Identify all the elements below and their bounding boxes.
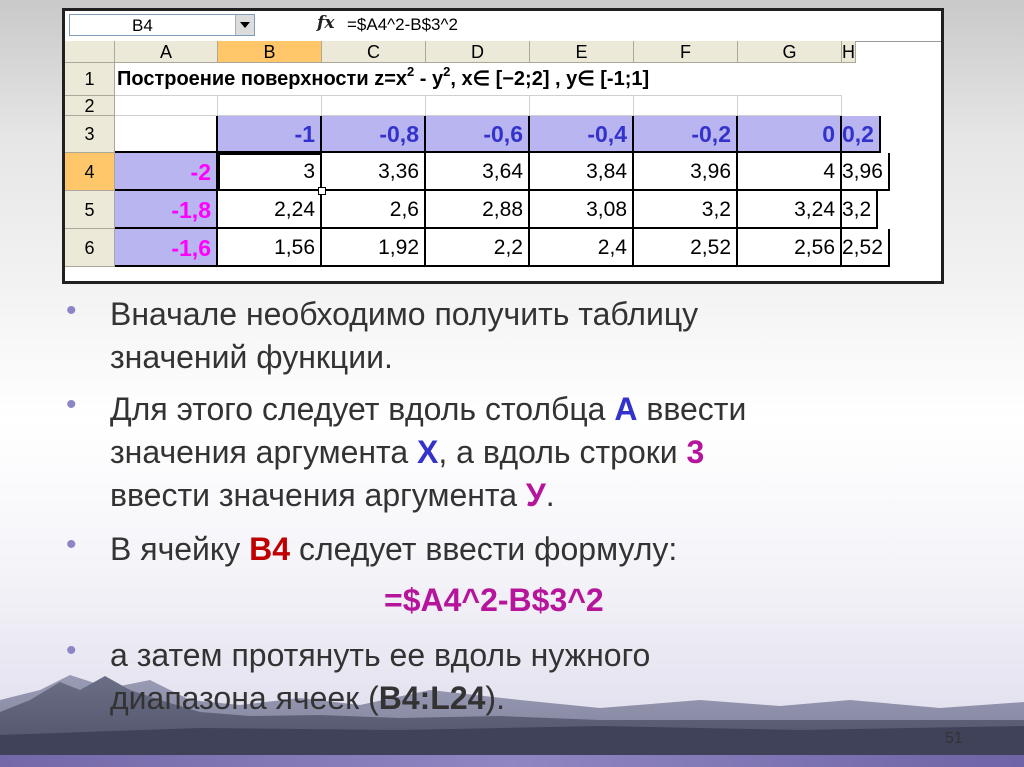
value-cell[interactable]: 3,96 (634, 153, 738, 191)
bullet-4-line-1: а затем протянуть ее вдоль нужного (110, 637, 651, 673)
y-value-cell[interactable]: -1 (218, 116, 322, 153)
cell-empty[interactable] (738, 96, 842, 116)
value-cell[interactable]: 1,92 (322, 229, 426, 267)
spreadsheet-window: B4 fx =$A4^2-B$3^2 A B C D E F G H 1 2 3 4 5 6 Построе… (62, 8, 944, 284)
row-header-3[interactable]: 3 (65, 116, 115, 153)
y-value-cell[interactable]: -0,8 (322, 116, 426, 153)
bullet-4-line-2: диапазона ячеек (В4:L24). (110, 678, 505, 719)
value-cell[interactable]: 2,52 (634, 229, 738, 267)
value-cell[interactable]: 3,64 (426, 153, 530, 191)
bullet-text: . (545, 477, 555, 513)
bullet-text: значения аргумента (110, 434, 418, 470)
chevron-down-icon (240, 22, 250, 28)
row-header-5[interactable]: 5 (65, 191, 115, 229)
value-cell[interactable]: 2,24 (218, 191, 322, 229)
title-text: - y (414, 68, 444, 90)
bullet-1-line-2: значений функции. (110, 339, 393, 375)
formula-input[interactable]: =$A4^2-B$3^2 (347, 15, 458, 35)
value-cell[interactable]: 3,24 (738, 191, 842, 229)
keyword-cell-b4: В4 (249, 531, 291, 567)
value-cell[interactable]: 4 (738, 153, 842, 191)
value-cell[interactable]: 3,84 (530, 153, 634, 191)
bullet-2-line-2: значения аргумента Х, а вдоль строки 3 (110, 432, 704, 473)
active-cell-b4[interactable]: 3 (218, 153, 322, 191)
cell-empty[interactable] (322, 96, 426, 116)
value-cell[interactable]: 2,56 (738, 229, 842, 267)
keyword-row-3: 3 (686, 434, 705, 470)
x-value-cell[interactable]: -1,6 (115, 229, 218, 267)
row-header-4[interactable]: 4 (65, 153, 115, 191)
bullet-1-line-1: Вначале необходимо получить таблицу (110, 296, 699, 332)
cell-empty[interactable] (218, 96, 322, 116)
x-value-cell[interactable]: -2 (115, 153, 218, 191)
keyword-range: В4:L24 (378, 680, 486, 716)
row-header-6[interactable]: 6 (65, 229, 115, 267)
bullet-text: ввести значения аргумента (110, 477, 526, 513)
value-cell[interactable]: 3,2 (634, 191, 738, 229)
value-cell[interactable]: 3,36 (322, 153, 426, 191)
cell-empty[interactable] (426, 96, 530, 116)
bullet-text: следует ввести формулу: (290, 531, 678, 567)
y-value-cell[interactable]: -0,4 (530, 116, 634, 153)
value-cell[interactable]: 2,4 (530, 229, 634, 267)
bullet-text: ). (485, 680, 505, 716)
formula-bar: B4 fx =$A4^2-B$3^2 (65, 11, 941, 42)
value-cell[interactable]: 3,08 (530, 191, 634, 229)
bullet-marker: • (66, 388, 77, 421)
value-cell[interactable]: 2,88 (426, 191, 530, 229)
bullet-text: В ячейку (110, 531, 250, 567)
function-icon[interactable]: fx (317, 13, 334, 33)
value-cell[interactable]: 2,52 (842, 229, 890, 267)
title-text: Построение поверхности z=x (117, 68, 407, 90)
row-header-1[interactable]: 1 (65, 63, 115, 96)
name-box-dropdown-button[interactable] (235, 15, 254, 35)
column-header-e[interactable]: E (530, 41, 634, 63)
bullet-3-line-1: В ячейку В4 следует ввести формулу: (110, 529, 677, 570)
page-number: 51 (945, 730, 963, 747)
bullet-marker: • (66, 528, 77, 561)
keyword-x: Х (417, 434, 439, 470)
x-value-cell[interactable]: -1,8 (115, 191, 218, 229)
column-header-b[interactable]: B (218, 41, 322, 63)
fill-handle[interactable] (318, 187, 326, 195)
title-text: , x∈ [−2;2] , y∈ [-1;1] (450, 68, 650, 90)
name-box[interactable]: B4 (69, 14, 255, 36)
column-header-g[interactable]: G (738, 41, 842, 63)
keyword-y: У (525, 477, 546, 513)
column-header-h[interactable]: H (842, 41, 856, 63)
column-header-a[interactable]: A (115, 41, 218, 63)
y-value-cell[interactable]: -0,2 (634, 116, 738, 153)
bullet-text: диапазона ячеек ( (110, 680, 379, 716)
bullet-text: Для этого следует вдоль столбца (110, 391, 615, 427)
value-cell[interactable]: 3,96 (842, 153, 890, 191)
bullet-text: , а вдоль строки (438, 434, 687, 470)
y-value-cell[interactable]: -0,6 (426, 116, 530, 153)
cell-empty[interactable] (634, 96, 738, 116)
bullet-2-line-1: Для этого следует вдоль столбца А ввести (110, 389, 746, 430)
value-cell[interactable]: 1,56 (218, 229, 322, 267)
bullet-text: ввести (637, 391, 747, 427)
keyword-column-a: А (614, 391, 638, 427)
column-header-d[interactable]: D (426, 41, 530, 63)
formula-highlight: =$A4^2-B$3^2 (384, 582, 604, 618)
cell-empty[interactable] (530, 96, 634, 116)
y-value-cell[interactable]: 0 (738, 116, 842, 153)
title-cell[interactable]: Построение поверхности z=x2 - y2, x∈ [−2… (115, 63, 842, 96)
select-all-corner[interactable] (65, 41, 115, 63)
bullet-marker: • (66, 294, 77, 327)
value-cell[interactable]: 2,2 (426, 229, 530, 267)
column-header-c[interactable]: C (322, 41, 426, 63)
bullet-marker: • (66, 634, 77, 667)
value-cell[interactable]: 2,6 (322, 191, 426, 229)
bullet-2-line-3: ввести значения аргумента У. (110, 475, 555, 516)
value-cell[interactable]: 3,2 (842, 191, 879, 229)
row-header-2[interactable]: 2 (65, 96, 115, 116)
y-value-cell[interactable]: 0,2 (842, 116, 881, 153)
name-box-value: B4 (132, 16, 153, 35)
cell-empty[interactable] (115, 96, 218, 116)
column-header-f[interactable]: F (634, 41, 738, 63)
cell-a3[interactable] (115, 116, 218, 153)
